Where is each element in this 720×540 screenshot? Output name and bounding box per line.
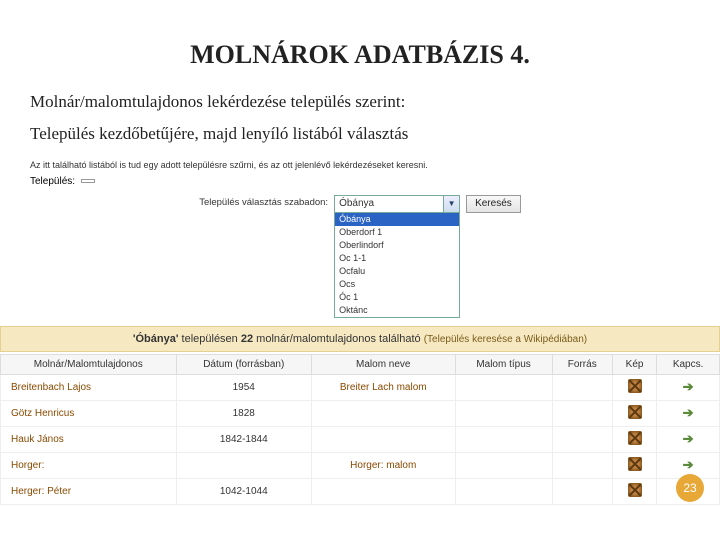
cell-malom <box>312 400 456 426</box>
search-button[interactable]: Keresés <box>466 195 521 213</box>
cell-name: Herger: Péter <box>1 478 177 504</box>
column-header: Molnár/Malomtulajdonos <box>1 354 177 374</box>
top-hint: Az itt található listából is tud egy ado… <box>0 156 720 174</box>
column-header: Malom neve <box>312 354 456 374</box>
cell-source <box>552 426 612 452</box>
arrow-right-icon[interactable]: ➔ <box>683 405 694 420</box>
cell-malom <box>312 478 456 504</box>
cell-source <box>552 452 612 478</box>
table-row: Herger: Péter1042-1044➔ <box>1 478 720 504</box>
dropdown-option[interactable]: Oberlindorf <box>335 239 459 252</box>
cell-source <box>552 478 612 504</box>
telepules-label: Település: <box>30 176 75 187</box>
dropdown-option[interactable]: Óbánya <box>335 213 459 226</box>
table-row: Horger: Horger: malom ➔ <box>1 452 720 478</box>
table-row: Götz Henricus1828 ➔ <box>1 400 720 426</box>
table-row: Hauk János1842-1844 ➔ <box>1 426 720 452</box>
cell-image <box>612 374 656 400</box>
mill-icon <box>628 379 642 393</box>
desc-line-1: Molnár/malomtulajdonos lekérdezése telep… <box>30 90 690 114</box>
arrow-right-icon[interactable]: ➔ <box>683 379 694 394</box>
cell-malom: Breiter Lach malom <box>312 374 456 400</box>
cell-date: 1842-1844 <box>176 426 311 452</box>
result-town: 'Óbánya' <box>133 333 179 345</box>
cell-type <box>455 400 552 426</box>
cell-source <box>552 374 612 400</box>
mill-icon <box>628 431 642 445</box>
cell-date: 1042-1044 <box>176 478 311 504</box>
dropdown-option[interactable]: Oktánc <box>335 304 459 317</box>
column-header: Forrás <box>552 354 612 374</box>
column-header: Malom típus <box>455 354 552 374</box>
cell-link[interactable]: ➔ <box>657 426 720 452</box>
combo-dropdown[interactable]: ÓbányaOberdorf 1OberlindorfOc 1-1OcfaluO… <box>334 213 460 318</box>
slide-title: MOLNÁROK ADATBÁZIS 4. <box>30 40 690 70</box>
cell-malom: Horger: malom <box>312 452 456 478</box>
cell-name: Breitenbach Lajos <box>1 374 177 400</box>
cell-type <box>455 478 552 504</box>
app-screenshot: Az itt található listából is tud egy ado… <box>0 156 720 505</box>
cell-date: 1954 <box>176 374 311 400</box>
cell-image <box>612 426 656 452</box>
cell-name: Horger: <box>1 452 177 478</box>
cell-malom <box>312 426 456 452</box>
column-header: Kapcs. <box>657 354 720 374</box>
dropdown-option[interactable]: Ocs <box>335 278 459 291</box>
cell-name: Hauk János <box>1 426 177 452</box>
cell-date <box>176 452 311 478</box>
desc-line-2: Település kezdőbetűjére, majd lenyíló li… <box>30 122 690 146</box>
cell-link[interactable]: ➔ <box>657 400 720 426</box>
results-table: Molnár/MalomtulajdonosDátum (forrásban)M… <box>0 354 720 505</box>
telepules-input[interactable] <box>81 179 95 183</box>
cell-source <box>552 400 612 426</box>
cell-image <box>612 452 656 478</box>
dropdown-option[interactable]: Ocfalu <box>335 265 459 278</box>
search-label: Település választás szabadon: <box>199 195 328 208</box>
dropdown-option[interactable]: Óc 1 <box>335 291 459 304</box>
cell-name: Götz Henricus <box>1 400 177 426</box>
telepules-row: Település: <box>0 174 720 189</box>
cell-date: 1828 <box>176 400 311 426</box>
cell-type <box>455 426 552 452</box>
result-count: 22 <box>241 333 253 345</box>
column-header: Kép <box>612 354 656 374</box>
cell-link[interactable]: ➔ <box>657 374 720 400</box>
cell-type <box>455 374 552 400</box>
dropdown-option[interactable]: Oberdorf 1 <box>335 226 459 239</box>
combo-value[interactable]: Óbánya <box>334 195 444 213</box>
cell-image <box>612 400 656 426</box>
cell-image <box>612 478 656 504</box>
mill-icon <box>628 457 642 471</box>
mill-icon <box>628 405 642 419</box>
result-summary: 'Óbánya' településen 22 molnár/malomtula… <box>0 326 720 352</box>
cell-type <box>455 452 552 478</box>
arrow-right-icon[interactable]: ➔ <box>683 431 694 446</box>
mill-icon <box>628 483 642 497</box>
table-row: Breitenbach Lajos1954Breiter Lach malom ➔ <box>1 374 720 400</box>
dropdown-option[interactable]: Oc 1-1 <box>335 252 459 265</box>
arrow-right-icon[interactable]: ➔ <box>683 457 694 472</box>
chevron-down-icon[interactable]: ▼ <box>444 195 460 213</box>
telepules-combobox[interactable]: Óbánya ▼ <box>334 195 460 213</box>
column-header: Dátum (forrásban) <box>176 354 311 374</box>
page-number-badge: 23 <box>676 474 704 502</box>
wikipedia-link[interactable]: (Település keresése a Wikipédiában) <box>424 334 587 345</box>
